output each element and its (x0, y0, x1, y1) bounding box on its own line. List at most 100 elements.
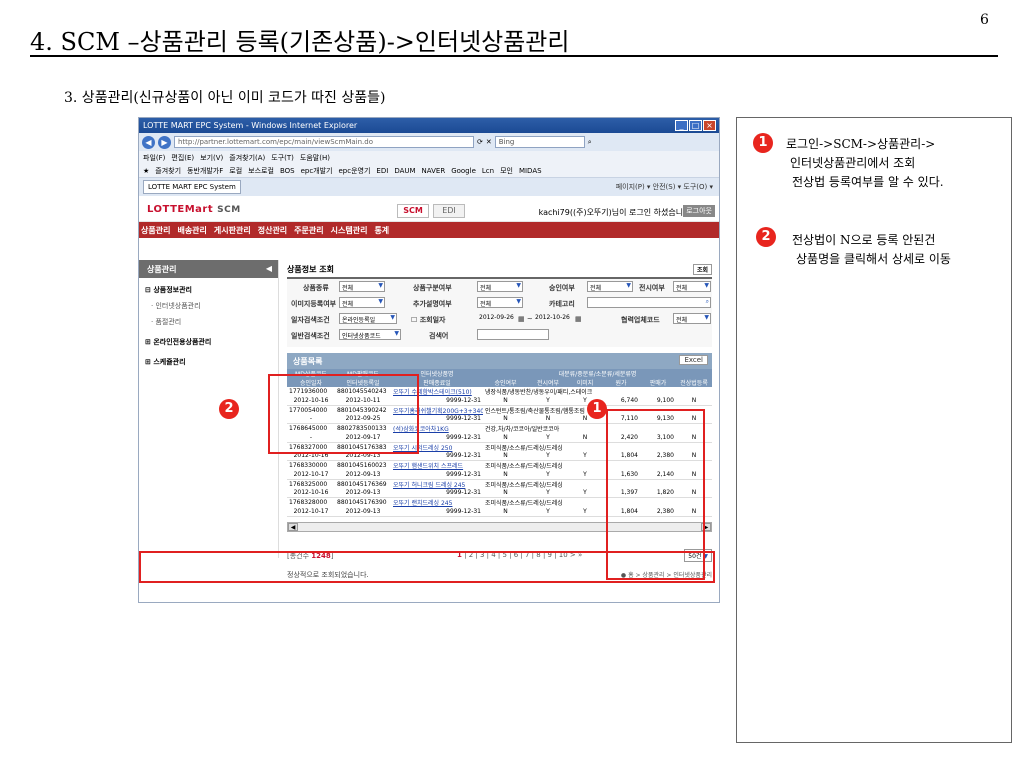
sidebar-item-online-only[interactable]: ⊞ 온라인전용상품관리 (139, 334, 278, 350)
label-partner-code: 협력업체코드 (621, 316, 660, 324)
fav-item[interactable]: 보스로컬 (248, 166, 274, 176)
calendar-icon[interactable]: ▦ (575, 315, 582, 323)
approve-date: 2012-10-17 (287, 507, 335, 517)
fav-item[interactable]: EDI (376, 167, 388, 175)
product-name-link[interactable]: 오뚜기 랜치드레싱 245 (391, 498, 483, 507)
date-cond-select[interactable]: 온라인등록일 ▼ (339, 313, 397, 324)
fav-item[interactable]: MIDAS (519, 167, 542, 175)
approval-select[interactable]: 전체 ▼ (587, 281, 633, 292)
col-header: 승인여부 (483, 378, 528, 387)
sale-code: 8801045176390 (337, 499, 387, 506)
search-icon[interactable]: ⌕ (588, 138, 592, 147)
toolbar-tools[interactable]: 페이지(P) ▾ 안전(S) ▾ 도구(O) ▾ (616, 182, 713, 192)
search-input[interactable]: Bing (494, 136, 585, 148)
close-icon[interactable]: × (703, 120, 716, 131)
app-header: LOTTEMart SCM SCM EDI kachi79((주)오뚜기)님이 … (139, 196, 719, 222)
chevron-down-icon: ▼ (704, 314, 709, 321)
search-form: 상품종류 전체 ▼ 상품구분여부 전체 ▼ 승인여부 전체 ▼ 전시여부 전체 ▼ 이미… (287, 277, 712, 347)
sidebar-item-schedule[interactable]: ⊞ 스케쥴관리 (139, 354, 278, 370)
display-select[interactable]: 전체 ▼ (673, 281, 711, 292)
collapse-icon[interactable]: ◀ (266, 264, 272, 273)
sidebar-item-product-info[interactable]: ⊟ 상품정보관리 (139, 282, 278, 298)
display-flag: N (528, 414, 568, 424)
excel-button[interactable]: Excel (679, 355, 708, 365)
menu-favorites[interactable]: 즐겨찾기(A) (229, 153, 265, 163)
fav-item[interactable]: 동반개발가F (187, 166, 223, 176)
category-path: 냉장식품/냉동반찬/냉동우이/패티,스테이크 (485, 389, 593, 396)
fav-item[interactable]: NAVER (422, 167, 446, 175)
product-class-select[interactable]: 전체 ▼ (477, 281, 523, 292)
display-flag: Y (528, 507, 568, 517)
image-flag: Y (568, 451, 602, 461)
fav-item[interactable]: Lcn (482, 167, 494, 175)
fav-item[interactable]: Google (451, 167, 476, 175)
menu-help[interactable]: 도움말(H) (300, 153, 330, 163)
back-icon[interactable]: ◀ (142, 135, 155, 149)
highlight-box-last-row (139, 551, 715, 583)
lookup-button[interactable]: 조회 (692, 264, 712, 275)
fav-item[interactable]: BOS (280, 167, 295, 175)
label-image-reg: 이미지등록여부 (291, 300, 337, 308)
calendar-icon[interactable]: ▦ ~ (518, 315, 533, 323)
product-name-link[interactable]: 오뚜기 햄샌드위치 스프레드 (391, 461, 483, 470)
lotte-mart-logo[interactable]: LOTTEMart SCM (147, 204, 241, 215)
stop-icon[interactable]: ✕ (486, 138, 492, 146)
menu-settlement[interactable]: 정산관리 (258, 225, 287, 236)
md-code: 1768330000 (289, 462, 328, 469)
category-input[interactable]: ⌕ (587, 297, 711, 308)
chevron-down-icon: ▼ (626, 282, 631, 289)
marker-2: 2 (219, 399, 239, 419)
general-cond-select[interactable]: 인터넷상품코드 ▼ (339, 329, 401, 340)
window-titlebar: LOTTE MART EPC System - Windows Internet… (139, 118, 719, 133)
menu-view[interactable]: 보기(V) (200, 153, 223, 163)
date-from-field[interactable]: 2012-09-26 (477, 313, 517, 324)
fav-item[interactable]: epc운영기 (339, 166, 371, 176)
menu-system[interactable]: 시스템관리 (331, 225, 368, 236)
md-code: 1768328000 (289, 499, 328, 506)
minimize-icon[interactable]: _ (675, 120, 688, 131)
keyword-input[interactable] (477, 329, 549, 340)
col-header: 판매가 (640, 378, 676, 387)
url-input[interactable]: http://partner.lottemart.com/epc/main/vi… (174, 136, 474, 148)
partner-code-select[interactable]: 전체 ▼ (673, 313, 711, 324)
sidebar-item-soldout[interactable]: · 품절관리 (139, 314, 278, 330)
label-keyword: 검색어 (429, 332, 449, 340)
menu-product[interactable]: 상품관리 (141, 225, 170, 236)
tab-scm[interactable]: SCM (397, 204, 429, 218)
date-to-field[interactable]: 2012-10-26 (533, 313, 573, 324)
display-flag: Y (528, 396, 568, 406)
main-menu: 상품관리 배송관리 게시판관리 정산관리 주문관리 시스템관리 통계 (139, 222, 719, 238)
menu-board[interactable]: 게시판관리 (214, 225, 251, 236)
forward-icon[interactable]: ▶ (158, 135, 171, 149)
sidebar: 상품관리 ◀ ⊟ 상품정보관리 · 인터넷상품관리 · 품절관리 ⊞ 온라인전용상… (139, 260, 279, 558)
product-name-link[interactable]: 오뚜기 허니크림 드레싱 245 (391, 479, 483, 489)
product-type-select[interactable]: 전체 ▼ (339, 281, 385, 292)
tab-edi[interactable]: EDI (433, 204, 465, 218)
display-flag: Y (528, 470, 568, 480)
menu-delivery[interactable]: 배송관리 (177, 225, 206, 236)
fav-item[interactable]: 로컬 (229, 166, 242, 176)
note1-line2: 인터넷상품관리에서 조회 (790, 156, 916, 170)
sidebar-title: 상품관리 ◀ (139, 260, 278, 278)
logout-button[interactable]: 로그아웃 (683, 205, 715, 217)
fav-item[interactable]: epc개발기 (301, 166, 333, 176)
star-icon: ★ (143, 166, 150, 175)
menu-tools[interactable]: 도구(T) (271, 153, 294, 163)
image-reg-select[interactable]: 전체 ▼ (339, 297, 385, 308)
maximize-icon[interactable]: □ (689, 120, 702, 131)
menu-order[interactable]: 주문관리 (294, 225, 323, 236)
menu-file[interactable]: 파일(F) (143, 153, 165, 163)
scroll-left-icon[interactable]: ◀ (288, 522, 298, 531)
menu-stats[interactable]: 통계 (374, 225, 389, 236)
menu-edit[interactable]: 편집(E) (171, 153, 194, 163)
refresh-icon[interactable]: ⟳ (477, 138, 483, 146)
search-icon: ⌕ (705, 298, 709, 305)
browser-tab[interactable]: LOTTE MART EPC System (143, 180, 241, 194)
sidebar-item-internet-product[interactable]: · 인터넷상품관리 (139, 298, 278, 314)
image-flag: Y (568, 488, 602, 498)
fav-item[interactable]: 모인 (500, 166, 513, 176)
fav-item[interactable]: 즐겨찾기 (155, 166, 181, 176)
marker-1: 1 (587, 399, 607, 419)
fav-item[interactable]: DAUM (394, 167, 415, 175)
add-desc-select[interactable]: 전체 ▼ (477, 297, 523, 308)
